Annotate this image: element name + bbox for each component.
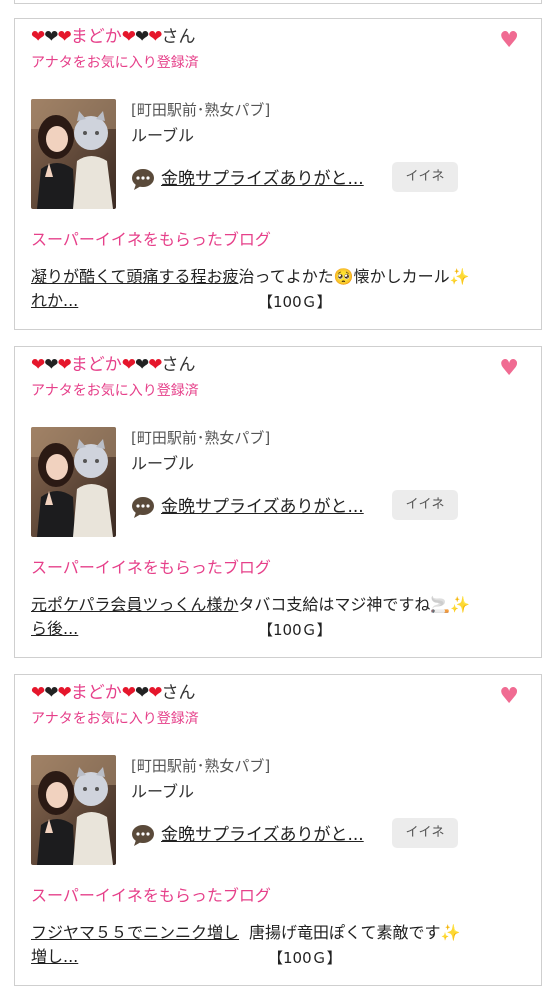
profile-photo-icon (31, 755, 116, 865)
shop-name-link[interactable]: ルーブル (131, 453, 194, 475)
blog-link-continued[interactable]: れか... (31, 291, 78, 310)
like-button[interactable]: イイネ (392, 490, 458, 520)
heart-decoration-icon: ❤❤❤ (121, 27, 163, 47)
notification-card: ❤❤❤まどか❤❤❤さん ♥ アナタをお気に入り登録済 [町田駅前･熟女パブ] ル… (14, 674, 542, 986)
notification-card: ❤❤❤まどか❤❤❤さん ♥ アナタをお気に入り登録済 [町田駅前･熟女パブ] ル… (14, 18, 542, 330)
user-name: まどか (70, 355, 122, 375)
speech-bubble-icon (132, 169, 154, 190)
blog-excerpt-rest: 治ってよかた🥺懐かしカール✨ (238, 267, 470, 286)
user-name-row[interactable]: ❤❤❤まどか❤❤❤さん (31, 25, 196, 49)
blog-excerpt-rest: タバコ支給はマジ神ですね🚬✨ (238, 595, 471, 614)
profile-photo[interactable] (31, 427, 116, 537)
shop-area-tag: [町田駅前･熟女パブ] (131, 429, 271, 447)
super-like-heading: スーパーイイネをもらったブログ (31, 886, 271, 905)
honorific: さん (161, 683, 196, 703)
user-name: まどか (70, 683, 122, 703)
like-button[interactable]: イイネ (392, 162, 458, 192)
point-cost: 【100Ｇ】 (268, 949, 342, 967)
favorite-heart-icon[interactable]: ♥ (499, 357, 519, 381)
heart-decoration-icon: ❤❤❤ (121, 683, 163, 703)
favorite-status: アナタをお気に入り登録済 (31, 55, 199, 71)
profile-photo-icon (31, 99, 116, 209)
heart-decoration-icon: ❤❤❤ (31, 27, 72, 47)
super-like-heading: スーパーイイネをもらったブログ (31, 230, 271, 249)
blog-link[interactable]: フジヤマ５５でニンニク増し (31, 923, 239, 942)
heart-decoration-icon: ❤❤❤ (31, 683, 72, 703)
favorite-heart-icon[interactable]: ♥ (499, 29, 519, 53)
previous-card-edge (14, 0, 542, 4)
post-title-link[interactable]: 金晩サプライズありがと... (161, 823, 364, 847)
honorific: さん (161, 27, 196, 47)
honorific: さん (161, 355, 196, 375)
like-button[interactable]: イイネ (392, 818, 458, 848)
post-title-link[interactable]: 金晩サプライズありがと... (161, 495, 364, 519)
shop-area-tag: [町田駅前･熟女パブ] (131, 757, 271, 775)
profile-photo-icon (31, 427, 116, 537)
user-name: まどか (70, 27, 122, 47)
blog-link[interactable]: 凝りが酷くて頭痛する程お疲 (31, 267, 239, 286)
notification-card: ❤❤❤まどか❤❤❤さん ♥ アナタをお気に入り登録済 [町田駅前･熟女パブ] ル… (14, 346, 542, 658)
blog-link[interactable]: 元ポケパラ会員ツっくん様か (31, 595, 238, 614)
blog-link-continued[interactable]: 増し... (31, 947, 78, 966)
shop-area-tag: [町田駅前･熟女パブ] (131, 101, 271, 119)
shop-name-link[interactable]: ルーブル (131, 125, 194, 147)
super-like-heading: スーパーイイネをもらったブログ (31, 558, 271, 577)
speech-bubble-icon (132, 825, 154, 846)
point-cost: 【100Ｇ】 (258, 621, 332, 639)
user-name-row[interactable]: ❤❤❤まどか❤❤❤さん (31, 681, 196, 705)
favorite-status: アナタをお気に入り登録済 (31, 711, 199, 727)
heart-decoration-icon: ❤❤❤ (121, 355, 163, 375)
user-name-row[interactable]: ❤❤❤まどか❤❤❤さん (31, 353, 196, 377)
blog-link-continued[interactable]: ら後... (31, 619, 78, 638)
speech-bubble-icon (132, 497, 154, 518)
blog-excerpt-rest: 唐揚げ竜田ぽくて素敵です✨ (249, 923, 461, 942)
favorite-heart-icon[interactable]: ♥ (499, 685, 519, 709)
shop-name-link[interactable]: ルーブル (131, 781, 194, 803)
profile-photo[interactable] (31, 755, 116, 865)
profile-photo[interactable] (31, 99, 116, 209)
post-title-link[interactable]: 金晩サプライズありがと... (161, 167, 364, 191)
heart-decoration-icon: ❤❤❤ (31, 355, 72, 375)
point-cost: 【100Ｇ】 (258, 293, 332, 311)
favorite-status: アナタをお気に入り登録済 (31, 383, 199, 399)
